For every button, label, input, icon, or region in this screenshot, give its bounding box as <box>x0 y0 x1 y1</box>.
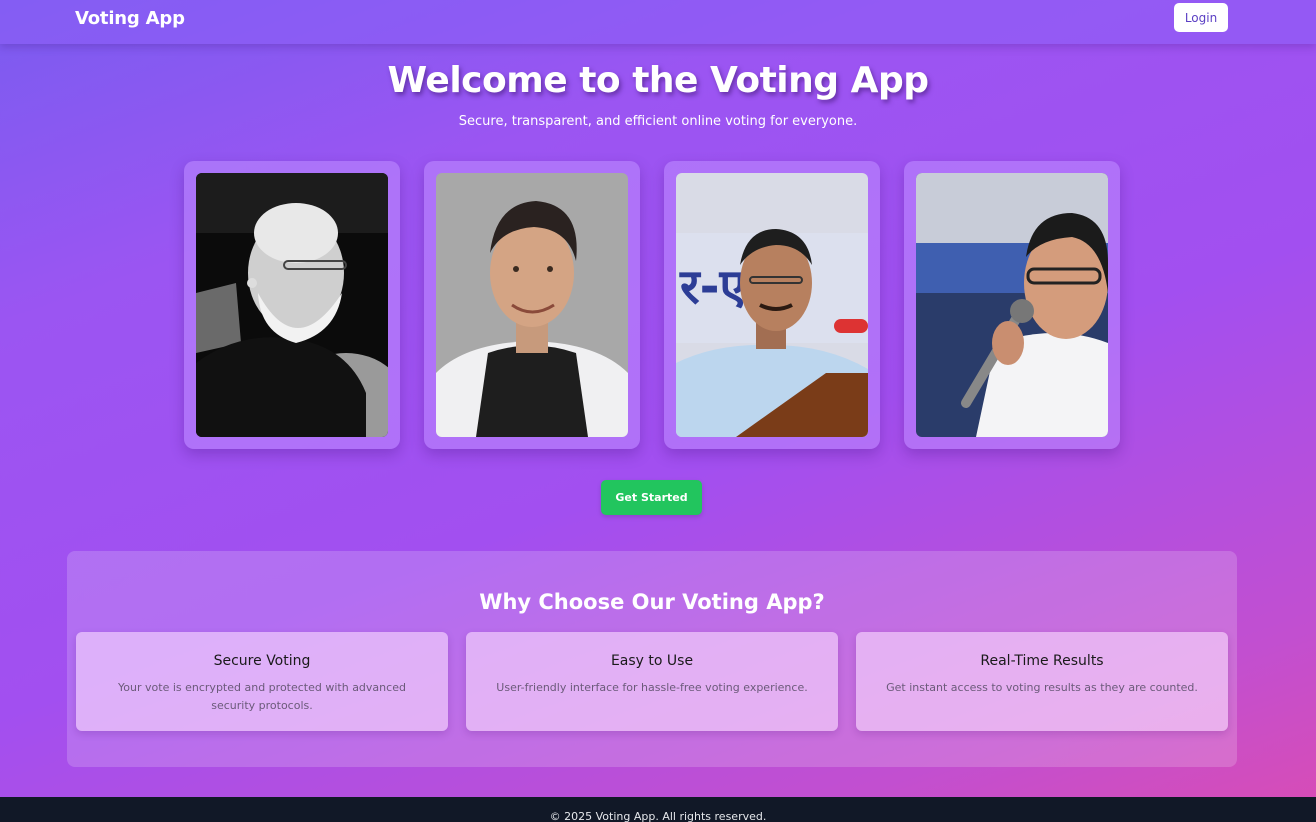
feature-title: Real-Time Results <box>980 653 1104 669</box>
candidate-card-1[interactable] <box>184 161 400 449</box>
feature-description: Your vote is encrypted and protected wit… <box>118 681 406 712</box>
candidate-photo-1 <box>196 173 388 437</box>
features-title: Why Choose Our Voting App? <box>479 590 825 614</box>
candidate-card-3[interactable]: र-एड <box>664 161 880 449</box>
footer-copyright: © 2025 Voting App. All rights reserved. <box>549 810 767 822</box>
get-started-button[interactable]: Get Started <box>601 480 702 515</box>
hero-subtitle: Secure, transparent, and efficient onlin… <box>458 114 858 129</box>
login-button[interactable]: Login <box>1174 3 1228 32</box>
feature-description: Get instant access to voting results as … <box>886 681 1198 694</box>
feature-card-easy-to-use: Easy to Use User-friendly interface for … <box>466 632 838 731</box>
candidate-card-4[interactable] <box>904 161 1120 449</box>
candidate-photo-3: र-एड <box>676 173 868 437</box>
candidate-photo-4 <box>916 173 1108 437</box>
footer: © 2025 Voting App. All rights reserved. <box>0 797 1316 822</box>
app-brand[interactable]: Voting App <box>75 8 185 29</box>
feature-title: Easy to Use <box>610 653 694 669</box>
features-section: Why Choose Our Voting App? Secure Voting… <box>67 551 1237 767</box>
feature-card-real-time-results: Real-Time Results Get instant access to … <box>856 632 1228 731</box>
feature-card-secure-voting: Secure Voting Your vote is encrypted and… <box>76 632 448 731</box>
hero-title: Welcome to the Voting App <box>387 60 929 101</box>
navbar: Voting App Login <box>0 0 1316 44</box>
candidate-card-2[interactable] <box>424 161 640 449</box>
feature-description: User-friendly interface for hassle-free … <box>496 681 808 694</box>
candidate-photo-2 <box>436 173 628 437</box>
feature-title: Secure Voting <box>213 653 311 669</box>
